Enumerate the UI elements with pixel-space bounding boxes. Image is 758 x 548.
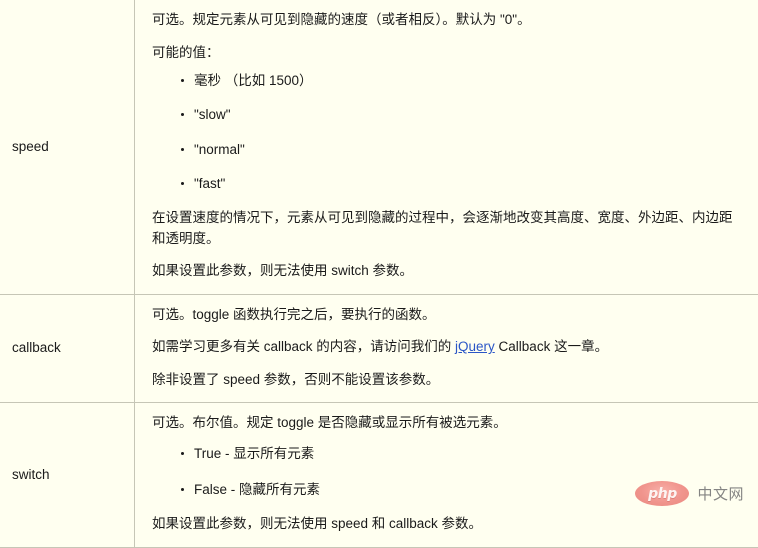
param-description-cell: 可选。布尔值。规定 toggle 是否隐藏或显示所有被选元素。 True - 显… bbox=[135, 403, 758, 548]
description-paragraph: 如果设置此参数，则无法使用 speed 和 callback 参数。 bbox=[152, 514, 744, 535]
param-name-cell: speed bbox=[0, 0, 135, 294]
description-paragraph: 可选。toggle 函数执行完之后，要执行的函数。 bbox=[152, 305, 744, 326]
description-paragraph: 除非设置了 speed 参数，否则不能设置该参数。 bbox=[152, 370, 744, 391]
list-item: False - 隐藏所有元素 bbox=[152, 480, 744, 500]
text-after-link: Callback 这一章。 bbox=[495, 339, 608, 354]
list-item: "fast" bbox=[152, 174, 744, 194]
description-paragraph: 可选。规定元素从可见到隐藏的速度（或者相反）。默认为 "0"。 bbox=[152, 10, 744, 31]
description-body: 可选。toggle 函数执行完之后，要执行的函数。 如需学习更多有关 callb… bbox=[152, 305, 744, 391]
text-before-link: 如需学习更多有关 callback 的内容，请访问我们的 bbox=[152, 339, 455, 354]
value-list: True - 显示所有元素 False - 隐藏所有元素 bbox=[152, 444, 744, 501]
param-description-cell: 可选。toggle 函数执行完之后，要执行的函数。 如需学习更多有关 callb… bbox=[135, 294, 758, 403]
param-name-label: switch bbox=[12, 467, 50, 482]
value-list: 毫秒 （比如 1500） "slow" "normal" "fast" bbox=[152, 71, 744, 194]
description-paragraph-with-link: 如需学习更多有关 callback 的内容，请访问我们的 jQuery Call… bbox=[152, 337, 744, 358]
table-row: callback 可选。toggle 函数执行完之后，要执行的函数。 如需学习更… bbox=[0, 294, 758, 403]
description-paragraph: 在设置速度的情况下，元素从可见到隐藏的过程中，会逐渐地改变其高度、宽度、外边距、… bbox=[152, 208, 744, 249]
param-name-label: callback bbox=[12, 340, 61, 355]
param-name-cell: switch bbox=[0, 403, 135, 548]
list-item: "normal" bbox=[152, 140, 744, 160]
table-row: switch 可选。布尔值。规定 toggle 是否隐藏或显示所有被选元素。 T… bbox=[0, 403, 758, 548]
param-name-cell: callback bbox=[0, 294, 135, 403]
jquery-callback-link[interactable]: jQuery bbox=[455, 339, 495, 354]
description-paragraph: 可能的值： bbox=[152, 43, 744, 64]
param-description-cell: 可选。规定元素从可见到隐藏的速度（或者相反）。默认为 "0"。 可能的值： 毫秒… bbox=[135, 0, 758, 294]
description-paragraph: 如果设置此参数，则无法使用 switch 参数。 bbox=[152, 261, 744, 282]
list-item: 毫秒 （比如 1500） bbox=[152, 71, 744, 91]
description-body: 可选。规定元素从可见到隐藏的速度（或者相反）。默认为 "0"。 可能的值： 毫秒… bbox=[152, 10, 744, 282]
page-container: speed 可选。规定元素从可见到隐藏的速度（或者相反）。默认为 "0"。 可能… bbox=[0, 0, 758, 518]
table-row: speed 可选。规定元素从可见到隐藏的速度（或者相反）。默认为 "0"。 可能… bbox=[0, 0, 758, 294]
param-name-label: speed bbox=[12, 139, 49, 154]
description-body: 可选。布尔值。规定 toggle 是否隐藏或显示所有被选元素。 True - 显… bbox=[152, 413, 744, 535]
description-paragraph: 可选。布尔值。规定 toggle 是否隐藏或显示所有被选元素。 bbox=[152, 413, 744, 434]
list-item: "slow" bbox=[152, 105, 744, 125]
parameter-table: speed 可选。规定元素从可见到隐藏的速度（或者相反）。默认为 "0"。 可能… bbox=[0, 0, 758, 548]
list-item: True - 显示所有元素 bbox=[152, 444, 744, 464]
